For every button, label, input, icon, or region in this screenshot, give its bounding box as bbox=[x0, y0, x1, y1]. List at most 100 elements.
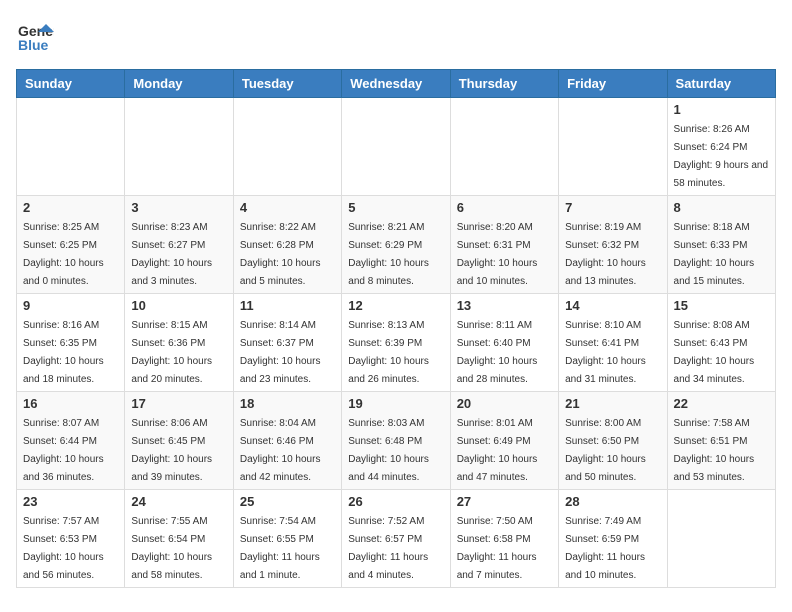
day-number: 1 bbox=[674, 102, 769, 117]
week-row-2: 2 Sunrise: 8:25 AMSunset: 6:25 PMDayligh… bbox=[17, 196, 776, 294]
day-info: Sunrise: 8:06 AMSunset: 6:45 PMDaylight:… bbox=[131, 418, 212, 483]
calendar-cell: 23 Sunrise: 7:57 AMSunset: 6:53 PMDaylig… bbox=[17, 490, 125, 588]
calendar-cell: 9 Sunrise: 8:16 AMSunset: 6:35 PMDayligh… bbox=[17, 294, 125, 392]
calendar-cell: 22 Sunrise: 7:58 AMSunset: 6:51 PMDaylig… bbox=[667, 392, 775, 490]
day-number: 24 bbox=[131, 494, 226, 509]
day-info: Sunrise: 8:14 AMSunset: 6:37 PMDaylight:… bbox=[240, 320, 321, 385]
day-number: 18 bbox=[240, 396, 335, 411]
weekday-header-wednesday: Wednesday bbox=[342, 70, 450, 98]
day-number: 13 bbox=[457, 298, 552, 313]
day-info: Sunrise: 8:26 AMSunset: 6:24 PMDaylight:… bbox=[674, 124, 769, 189]
day-info: Sunrise: 8:16 AMSunset: 6:35 PMDaylight:… bbox=[23, 320, 104, 385]
day-number: 16 bbox=[23, 396, 118, 411]
calendar: SundayMondayTuesdayWednesdayThursdayFrid… bbox=[16, 69, 776, 588]
day-number: 5 bbox=[348, 200, 443, 215]
day-info: Sunrise: 8:00 AMSunset: 6:50 PMDaylight:… bbox=[565, 418, 646, 483]
day-info: Sunrise: 8:21 AMSunset: 6:29 PMDaylight:… bbox=[348, 222, 429, 287]
day-number: 19 bbox=[348, 396, 443, 411]
day-info: Sunrise: 8:25 AMSunset: 6:25 PMDaylight:… bbox=[23, 222, 104, 287]
calendar-cell: 2 Sunrise: 8:25 AMSunset: 6:25 PMDayligh… bbox=[17, 196, 125, 294]
calendar-cell: 13 Sunrise: 8:11 AMSunset: 6:40 PMDaylig… bbox=[450, 294, 558, 392]
calendar-cell: 18 Sunrise: 8:04 AMSunset: 6:46 PMDaylig… bbox=[233, 392, 341, 490]
day-info: Sunrise: 7:54 AMSunset: 6:55 PMDaylight:… bbox=[240, 516, 320, 581]
day-info: Sunrise: 7:50 AMSunset: 6:58 PMDaylight:… bbox=[457, 516, 537, 581]
calendar-cell: 4 Sunrise: 8:22 AMSunset: 6:28 PMDayligh… bbox=[233, 196, 341, 294]
calendar-cell: 20 Sunrise: 8:01 AMSunset: 6:49 PMDaylig… bbox=[450, 392, 558, 490]
day-info: Sunrise: 8:07 AMSunset: 6:44 PMDaylight:… bbox=[23, 418, 104, 483]
day-number: 14 bbox=[565, 298, 660, 313]
calendar-cell: 3 Sunrise: 8:23 AMSunset: 6:27 PMDayligh… bbox=[125, 196, 233, 294]
header: General Blue bbox=[16, 16, 776, 59]
day-info: Sunrise: 8:04 AMSunset: 6:46 PMDaylight:… bbox=[240, 418, 321, 483]
calendar-cell: 14 Sunrise: 8:10 AMSunset: 6:41 PMDaylig… bbox=[559, 294, 667, 392]
day-info: Sunrise: 7:57 AMSunset: 6:53 PMDaylight:… bbox=[23, 516, 104, 581]
week-row-3: 9 Sunrise: 8:16 AMSunset: 6:35 PMDayligh… bbox=[17, 294, 776, 392]
calendar-cell bbox=[667, 490, 775, 588]
day-number: 4 bbox=[240, 200, 335, 215]
calendar-cell: 28 Sunrise: 7:49 AMSunset: 6:59 PMDaylig… bbox=[559, 490, 667, 588]
day-info: Sunrise: 8:20 AMSunset: 6:31 PMDaylight:… bbox=[457, 222, 538, 287]
day-number: 28 bbox=[565, 494, 660, 509]
day-number: 23 bbox=[23, 494, 118, 509]
weekday-header-friday: Friday bbox=[559, 70, 667, 98]
calendar-cell: 27 Sunrise: 7:50 AMSunset: 6:58 PMDaylig… bbox=[450, 490, 558, 588]
calendar-cell: 26 Sunrise: 7:52 AMSunset: 6:57 PMDaylig… bbox=[342, 490, 450, 588]
day-info: Sunrise: 8:13 AMSunset: 6:39 PMDaylight:… bbox=[348, 320, 429, 385]
day-number: 15 bbox=[674, 298, 769, 313]
calendar-cell: 8 Sunrise: 8:18 AMSunset: 6:33 PMDayligh… bbox=[667, 196, 775, 294]
calendar-cell bbox=[17, 98, 125, 196]
logo: General Blue bbox=[16, 16, 54, 59]
calendar-cell: 19 Sunrise: 8:03 AMSunset: 6:48 PMDaylig… bbox=[342, 392, 450, 490]
day-number: 11 bbox=[240, 298, 335, 313]
calendar-cell bbox=[125, 98, 233, 196]
calendar-cell bbox=[342, 98, 450, 196]
calendar-cell: 6 Sunrise: 8:20 AMSunset: 6:31 PMDayligh… bbox=[450, 196, 558, 294]
calendar-cell: 25 Sunrise: 7:54 AMSunset: 6:55 PMDaylig… bbox=[233, 490, 341, 588]
weekday-header-saturday: Saturday bbox=[667, 70, 775, 98]
calendar-cell: 11 Sunrise: 8:14 AMSunset: 6:37 PMDaylig… bbox=[233, 294, 341, 392]
day-info: Sunrise: 8:19 AMSunset: 6:32 PMDaylight:… bbox=[565, 222, 646, 287]
calendar-cell: 1 Sunrise: 8:26 AMSunset: 6:24 PMDayligh… bbox=[667, 98, 775, 196]
day-info: Sunrise: 8:08 AMSunset: 6:43 PMDaylight:… bbox=[674, 320, 755, 385]
weekday-header-monday: Monday bbox=[125, 70, 233, 98]
day-info: Sunrise: 7:55 AMSunset: 6:54 PMDaylight:… bbox=[131, 516, 212, 581]
week-row-1: 1 Sunrise: 8:26 AMSunset: 6:24 PMDayligh… bbox=[17, 98, 776, 196]
day-info: Sunrise: 8:01 AMSunset: 6:49 PMDaylight:… bbox=[457, 418, 538, 483]
logo-graphic: General Blue bbox=[16, 16, 54, 59]
day-info: Sunrise: 8:11 AMSunset: 6:40 PMDaylight:… bbox=[457, 320, 538, 385]
calendar-cell bbox=[450, 98, 558, 196]
calendar-cell bbox=[559, 98, 667, 196]
calendar-cell bbox=[233, 98, 341, 196]
day-number: 8 bbox=[674, 200, 769, 215]
calendar-cell: 24 Sunrise: 7:55 AMSunset: 6:54 PMDaylig… bbox=[125, 490, 233, 588]
calendar-cell: 16 Sunrise: 8:07 AMSunset: 6:44 PMDaylig… bbox=[17, 392, 125, 490]
day-number: 6 bbox=[457, 200, 552, 215]
day-info: Sunrise: 7:49 AMSunset: 6:59 PMDaylight:… bbox=[565, 516, 645, 581]
weekday-header-row: SundayMondayTuesdayWednesdayThursdayFrid… bbox=[17, 70, 776, 98]
day-number: 27 bbox=[457, 494, 552, 509]
day-number: 9 bbox=[23, 298, 118, 313]
week-row-5: 23 Sunrise: 7:57 AMSunset: 6:53 PMDaylig… bbox=[17, 490, 776, 588]
day-number: 22 bbox=[674, 396, 769, 411]
day-number: 10 bbox=[131, 298, 226, 313]
calendar-cell: 17 Sunrise: 8:06 AMSunset: 6:45 PMDaylig… bbox=[125, 392, 233, 490]
week-row-4: 16 Sunrise: 8:07 AMSunset: 6:44 PMDaylig… bbox=[17, 392, 776, 490]
day-number: 20 bbox=[457, 396, 552, 411]
calendar-cell: 21 Sunrise: 8:00 AMSunset: 6:50 PMDaylig… bbox=[559, 392, 667, 490]
calendar-cell: 10 Sunrise: 8:15 AMSunset: 6:36 PMDaylig… bbox=[125, 294, 233, 392]
day-info: Sunrise: 8:23 AMSunset: 6:27 PMDaylight:… bbox=[131, 222, 212, 287]
day-info: Sunrise: 8:03 AMSunset: 6:48 PMDaylight:… bbox=[348, 418, 429, 483]
day-number: 2 bbox=[23, 200, 118, 215]
day-number: 25 bbox=[240, 494, 335, 509]
day-number: 12 bbox=[348, 298, 443, 313]
weekday-header-tuesday: Tuesday bbox=[233, 70, 341, 98]
day-info: Sunrise: 8:22 AMSunset: 6:28 PMDaylight:… bbox=[240, 222, 321, 287]
day-number: 26 bbox=[348, 494, 443, 509]
day-info: Sunrise: 8:18 AMSunset: 6:33 PMDaylight:… bbox=[674, 222, 755, 287]
day-number: 7 bbox=[565, 200, 660, 215]
day-number: 3 bbox=[131, 200, 226, 215]
day-number: 21 bbox=[565, 396, 660, 411]
day-info: Sunrise: 8:15 AMSunset: 6:36 PMDaylight:… bbox=[131, 320, 212, 385]
day-info: Sunrise: 7:58 AMSunset: 6:51 PMDaylight:… bbox=[674, 418, 755, 483]
calendar-cell: 12 Sunrise: 8:13 AMSunset: 6:39 PMDaylig… bbox=[342, 294, 450, 392]
